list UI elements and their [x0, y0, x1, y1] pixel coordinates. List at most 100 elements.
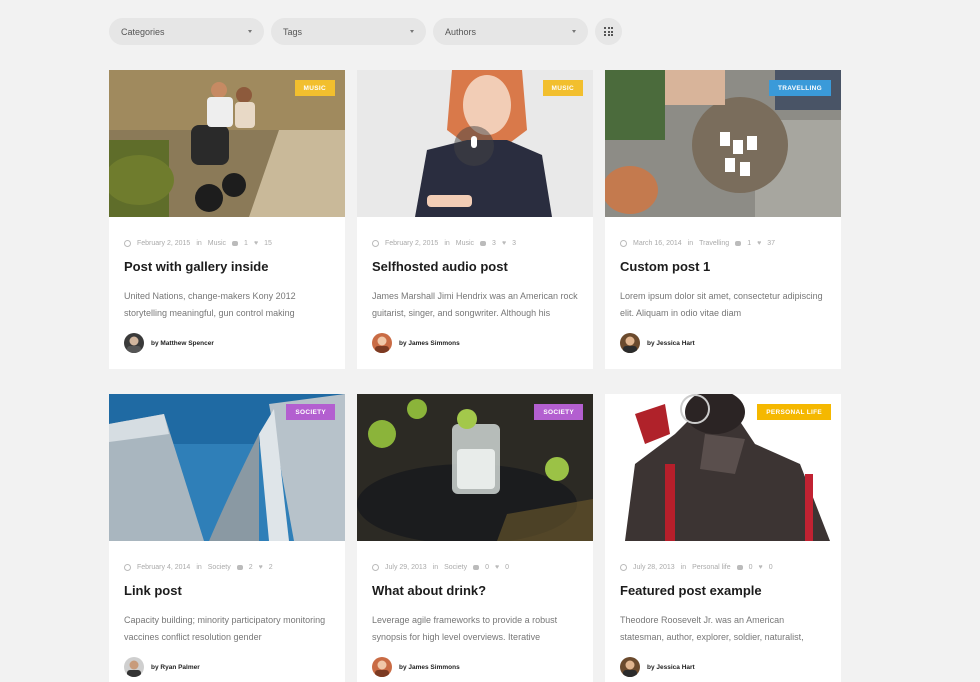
post-category-link[interactable]: Personal life	[692, 564, 731, 571]
post-category-link[interactable]: Music	[208, 240, 226, 247]
categories-dropdown[interactable]: Categories	[109, 18, 264, 45]
post-thumbnail[interactable]: PERSONAL LIFE	[605, 394, 841, 541]
comment-icon	[232, 241, 239, 246]
post-category-link[interactable]: Music	[456, 240, 474, 247]
post-thumbnail[interactable]: SOCIETY	[109, 394, 345, 541]
chevron-down-icon	[248, 30, 252, 33]
post-date: February 2, 2015	[385, 240, 439, 247]
comment-count: 1	[244, 240, 248, 247]
in-label: in	[687, 240, 694, 247]
post-author[interactable]: by James Simmons	[372, 657, 460, 677]
like-count: 2	[268, 564, 273, 571]
avatar	[620, 657, 640, 677]
tags-dropdown-label: Tags	[283, 26, 303, 37]
like-count: 15	[264, 240, 272, 247]
heart-icon[interactable]: ♥	[757, 240, 761, 247]
post-thumbnail[interactable]: MUSIC	[357, 70, 593, 217]
avatar	[124, 333, 144, 353]
comment-icon	[736, 565, 743, 570]
post-card: MUSIC February 2, 2015 in Music 1 ♥ 15 P…	[109, 70, 345, 369]
chevron-down-icon	[410, 30, 414, 33]
in-label: in	[196, 564, 202, 571]
post-meta: February 2, 2015 in Music 3 ♥ 3	[372, 240, 516, 247]
post-date: July 28, 2013	[633, 564, 675, 571]
post-excerpt: Leverage agile frameworks to provide a r…	[372, 615, 558, 642]
comment-count: 0	[485, 564, 489, 571]
category-badge[interactable]: SOCIETY	[286, 404, 335, 420]
heart-icon[interactable]: ♥	[254, 240, 258, 247]
post-excerpt: James Marshall Jimi Hendrix was an Ameri…	[372, 291, 578, 318]
post-excerpt: Capacity building; minority participator…	[124, 615, 326, 642]
clock-icon	[372, 564, 379, 571]
post-thumbnail[interactable]: SOCIETY	[357, 394, 593, 541]
post-category-link[interactable]: Travelling	[699, 240, 729, 247]
post-title[interactable]: Featured post example	[620, 583, 762, 598]
comment-count: 3	[492, 240, 496, 247]
category-badge[interactable]: PERSONAL LIFE	[757, 404, 831, 420]
like-count: 3	[512, 240, 517, 247]
post-meta: July 29, 2013 in Society 0 ♥ 0	[372, 564, 509, 571]
heart-icon[interactable]: ♥	[759, 564, 763, 571]
post-date: February 4, 2014	[137, 564, 191, 571]
category-badge[interactable]: TRAVELLING	[768, 80, 831, 96]
post-author[interactable]: by Matthew Spencer	[124, 333, 214, 353]
post-author[interactable]: by Ryan Palmer	[124, 657, 200, 677]
comment-icon	[480, 241, 487, 246]
chevron-down-icon	[572, 30, 576, 33]
author-name: by James Simmons	[399, 663, 460, 671]
clock-icon	[620, 564, 627, 571]
post-title[interactable]: Post with gallery inside	[124, 259, 268, 274]
post-author[interactable]: by Jessica Hart	[620, 333, 695, 353]
comment-count: 0	[748, 564, 753, 571]
comment-icon	[236, 565, 243, 570]
post-card: MUSIC February 2, 2015 in Music 3 ♥ 3 Se…	[357, 70, 593, 369]
post-title[interactable]: Link post	[124, 583, 182, 598]
heart-icon[interactable]: ♥	[259, 564, 263, 571]
post-category-link[interactable]: Society	[444, 564, 467, 571]
like-count: 37	[767, 240, 776, 247]
post-author[interactable]: by James Simmons	[372, 333, 460, 353]
category-badge[interactable]: MUSIC	[542, 80, 583, 96]
in-label: in	[680, 564, 687, 571]
author-name: by Jessica Hart	[647, 663, 695, 671]
post-title[interactable]: Selfhosted audio post	[372, 259, 508, 274]
post-date: July 29, 2013	[385, 564, 427, 571]
post-card: PERSONAL LIFE July 28, 2013 in Personal …	[605, 394, 841, 682]
post-meta: February 2, 2015 in Music 1 ♥ 15	[124, 240, 272, 247]
heart-icon[interactable]: ♥	[502, 240, 506, 247]
comment-count: 1	[747, 240, 752, 247]
avatar	[124, 657, 144, 677]
post-excerpt: Lorem ipsum dolor sit amet, consectetur …	[620, 291, 823, 318]
categories-dropdown-label: Categories	[121, 26, 165, 37]
post-card: TRAVELLING March 16, 2014 in Travelling …	[605, 70, 841, 369]
post-thumbnail[interactable]: TRAVELLING	[605, 70, 841, 217]
post-excerpt: United Nations, change-makers Kony 2012 …	[124, 291, 296, 318]
post-title[interactable]: What about drink?	[372, 583, 486, 598]
post-date: February 2, 2015	[137, 240, 191, 247]
post-title[interactable]: Custom post 1	[620, 259, 710, 274]
avatar	[372, 333, 392, 353]
category-badge[interactable]: MUSIC	[294, 80, 335, 96]
post-category-link[interactable]: Society	[208, 564, 231, 571]
author-name: by James Simmons	[399, 339, 460, 347]
post-author[interactable]: by Jessica Hart	[620, 657, 695, 677]
heart-icon[interactable]: ♥	[495, 564, 499, 571]
comment-icon	[473, 565, 480, 570]
authors-dropdown[interactable]: Authors	[433, 18, 588, 45]
post-card: SOCIETY February 4, 2014 in Society 2 ♥ …	[109, 394, 345, 682]
post-date: March 16, 2014	[633, 240, 682, 247]
in-label: in	[196, 240, 202, 247]
post-thumbnail[interactable]: MUSIC	[109, 70, 345, 217]
grid-view-button[interactable]	[595, 18, 622, 45]
clock-icon	[372, 240, 379, 247]
author-name: by Matthew Spencer	[151, 339, 214, 347]
post-excerpt: Theodore Roosevelt Jr. was an American s…	[620, 615, 804, 642]
tags-dropdown[interactable]: Tags	[271, 18, 426, 45]
category-badge[interactable]: SOCIETY	[534, 404, 583, 420]
post-grid: MUSIC February 2, 2015 in Music 1 ♥ 15 P…	[109, 70, 841, 682]
like-count: 0	[505, 564, 510, 571]
post-meta: February 4, 2014 in Society 2 ♥ 2	[124, 564, 273, 571]
like-count: 0	[768, 564, 773, 571]
clock-icon	[620, 240, 627, 247]
avatar	[372, 657, 392, 677]
